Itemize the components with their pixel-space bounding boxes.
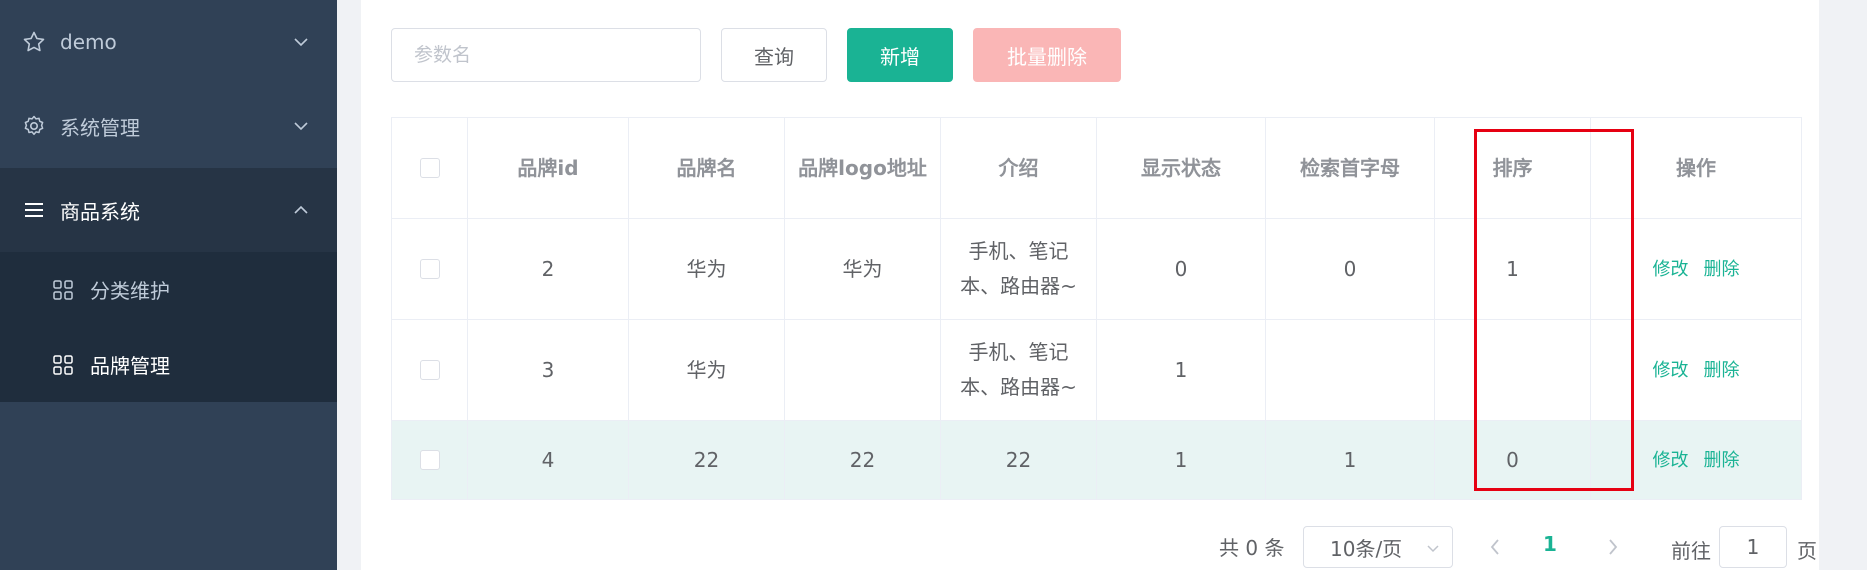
cell-brand-id: 3 xyxy=(468,320,629,420)
edit-link[interactable]: 修改 xyxy=(1653,252,1689,287)
page-number[interactable]: 1 xyxy=(1543,532,1557,556)
chevron-down-icon xyxy=(1427,545,1439,553)
cell-brand-id: 4 xyxy=(468,421,629,499)
edit-link[interactable]: 修改 xyxy=(1653,353,1689,388)
cell-intro: 手机、笔记本、路由器~ xyxy=(941,320,1097,420)
row-checkbox[interactable] xyxy=(419,259,440,279)
sidebar-item-brand[interactable]: 品牌管理 xyxy=(0,327,337,402)
cell-brand-name: 22 xyxy=(629,421,785,499)
row-checkbox[interactable] xyxy=(419,450,440,470)
column-header[interactable]: 排序 xyxy=(1435,118,1591,218)
query-button[interactable]: 查询 xyxy=(721,28,827,82)
cell-sort: 0 xyxy=(1435,421,1591,499)
star-icon xyxy=(23,31,45,52)
cell-brand-id: 2 xyxy=(468,219,629,319)
column-header[interactable]: 检索首字母 xyxy=(1266,118,1435,218)
cell-sort: 1 xyxy=(1435,219,1591,319)
menu-icon xyxy=(25,203,43,217)
cell-intro: 22 xyxy=(941,421,1097,499)
sidebar-item-label: 品牌管理 xyxy=(90,354,170,378)
pagination-total: 共 0 条 xyxy=(1219,536,1285,560)
sidebar-item-label: 分类维护 xyxy=(90,279,170,303)
next-page-icon[interactable] xyxy=(1605,536,1621,558)
cell-brand-name: 华为 xyxy=(629,219,785,319)
sidebar-item-system[interactable]: 系统管理 xyxy=(0,84,337,168)
table-row: 4 22 22 22 1 1 0 修改 删除 xyxy=(392,421,1802,500)
edit-link[interactable]: 修改 xyxy=(1653,443,1689,478)
cell-brand-name: 华为 xyxy=(629,320,785,420)
sidebar-item-product-system[interactable]: 商品系统 xyxy=(0,168,337,252)
column-header[interactable]: 品牌id xyxy=(468,118,629,218)
goto-label: 前往 xyxy=(1671,539,1711,563)
sidebar-item-label: 系统管理 xyxy=(60,115,140,140)
delete-link[interactable]: 删除 xyxy=(1704,353,1740,388)
cell-logo xyxy=(785,320,941,420)
column-header: 操作 xyxy=(1591,118,1802,218)
cell-show-status: 1 xyxy=(1097,421,1266,499)
brand-table: 品牌id 品牌名 品牌logo地址 介绍 显示状态 检索首字母 排序 操作 2 … xyxy=(391,117,1802,500)
sidebar-item-label: 商品系统 xyxy=(60,199,140,224)
cell-show-status: 1 xyxy=(1097,320,1266,420)
grid-icon xyxy=(53,279,73,300)
submenu-product-system: 分类维护 品牌管理 xyxy=(0,252,337,402)
cell-logo: 华为 xyxy=(785,219,941,319)
grid-icon xyxy=(53,354,73,375)
cell-show-status: 0 xyxy=(1097,219,1266,319)
page-size-value: 10条/页 xyxy=(1330,536,1403,561)
cell-first-letter: 1 xyxy=(1266,421,1435,499)
prev-page-icon[interactable] xyxy=(1487,536,1503,558)
cell-first-letter: 0 xyxy=(1266,219,1435,319)
column-header[interactable]: 品牌名 xyxy=(629,118,785,218)
column-header[interactable]: 显示状态 xyxy=(1097,118,1266,218)
sidebar: demo 系统管理 商品系统 分类维护 品牌管理 xyxy=(0,0,337,570)
chevron-down-icon xyxy=(294,38,308,47)
goto-suffix: 页 xyxy=(1797,539,1817,563)
cell-first-letter xyxy=(1266,320,1435,420)
cell-sort xyxy=(1435,320,1591,420)
column-header[interactable]: 品牌logo地址 xyxy=(785,118,941,218)
cell-intro: 手机、笔记本、路由器~ xyxy=(941,219,1097,319)
column-header[interactable]: 介绍 xyxy=(941,118,1097,218)
sidebar-item-label: demo xyxy=(60,30,117,54)
main-card: 查询 新增 批量删除 品牌id 品牌名 品牌logo地址 介绍 显示状态 检索首… xyxy=(361,0,1819,570)
table-row: 3 华为 手机、笔记本、路由器~ 1 修改 删除 xyxy=(392,320,1802,421)
page-size-select[interactable]: 10条/页 xyxy=(1303,526,1453,568)
sidebar-item-demo[interactable]: demo xyxy=(0,0,337,84)
row-checkbox[interactable] xyxy=(419,360,440,380)
search-input[interactable] xyxy=(391,28,701,82)
delete-link[interactable]: 删除 xyxy=(1704,443,1740,478)
add-button[interactable]: 新增 xyxy=(847,28,953,82)
table-row: 2 华为 华为 手机、笔记本、路由器~ 0 0 1 修改 删除 xyxy=(392,219,1802,320)
chevron-down-icon xyxy=(294,122,308,131)
cell-logo: 22 xyxy=(785,421,941,499)
batch-delete-button[interactable]: 批量删除 xyxy=(973,28,1121,82)
goto-page-input[interactable] xyxy=(1719,526,1787,568)
select-all-checkbox[interactable] xyxy=(419,158,440,178)
table-header-row: 品牌id 品牌名 品牌logo地址 介绍 显示状态 检索首字母 排序 操作 xyxy=(392,118,1802,219)
sidebar-item-category[interactable]: 分类维护 xyxy=(0,252,337,327)
delete-link[interactable]: 删除 xyxy=(1704,252,1740,287)
chevron-up-icon xyxy=(294,205,308,214)
gear-icon xyxy=(24,115,44,136)
